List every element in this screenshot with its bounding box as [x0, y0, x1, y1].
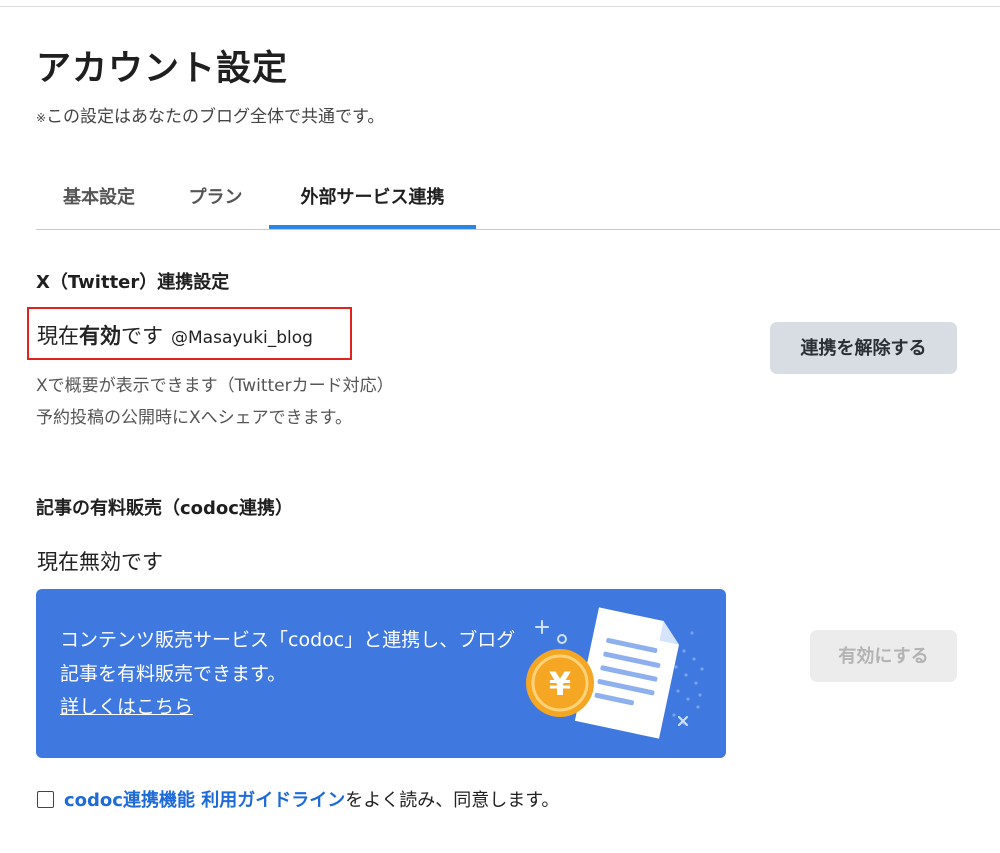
codoc-status: 現在無効です: [37, 550, 163, 574]
twitter-status: 現在有効です @Masayuki_blog: [37, 320, 313, 350]
tab-basic-settings[interactable]: 基本設定: [36, 172, 162, 227]
enable-codoc-button[interactable]: 有効にする: [810, 630, 957, 682]
codoc-section-heading: 記事の有料販売（codoc連携）: [36, 498, 293, 519]
top-divider: [0, 6, 1000, 7]
twitter-description-2: 予約投稿の公開時にXへシェアできます。: [36, 408, 352, 428]
settings-tabs: 基本設定 プラン 外部サービス連携: [36, 172, 1000, 230]
unlink-button[interactable]: 連携を解除する: [770, 322, 957, 374]
codoc-banner: コンテンツ販売サービス「codoc」と連携し、ブログ記事を有料販売できます。 詳…: [36, 589, 726, 758]
agree-checkbox[interactable]: [37, 790, 54, 808]
guideline-agreement: codoc連携機能 利用ガイドラインをよく読み、同意します。: [37, 786, 559, 812]
tab-plan[interactable]: プラン: [162, 172, 269, 227]
twitter-handle: @Masayuki_blog: [171, 328, 313, 348]
codoc-details-link[interactable]: 詳しくはこちら: [60, 692, 193, 719]
twitter-status-prefix: 現在: [37, 324, 79, 348]
twitter-section-heading: X（Twitter）連携設定: [36, 272, 230, 293]
agree-text: をよく読み、同意します。: [345, 790, 560, 811]
note-mark: ※: [36, 111, 47, 125]
coin-symbol: ¥: [549, 665, 571, 703]
page-title: アカウント設定: [36, 49, 289, 89]
yen-coin-icon: ¥: [526, 649, 594, 717]
page-note: ※この設定はあなたのブログ全体で共通です。: [36, 102, 384, 127]
tab-external-services[interactable]: 外部サービス連携: [269, 172, 476, 229]
twitter-status-value: 有効: [79, 324, 121, 348]
codoc-banner-text: コンテンツ販売サービス「codoc」と連携し、ブログ記事を有料販売できます。: [60, 629, 516, 685]
twitter-description-1: Xで概要が表示できます（Twitterカード対応）: [36, 376, 394, 396]
guideline-link[interactable]: codoc連携機能 利用ガイドライン: [64, 790, 345, 811]
twitter-status-suffix: です: [121, 324, 163, 348]
note-text: この設定はあなたのブログ全体で共通です。: [46, 107, 385, 127]
